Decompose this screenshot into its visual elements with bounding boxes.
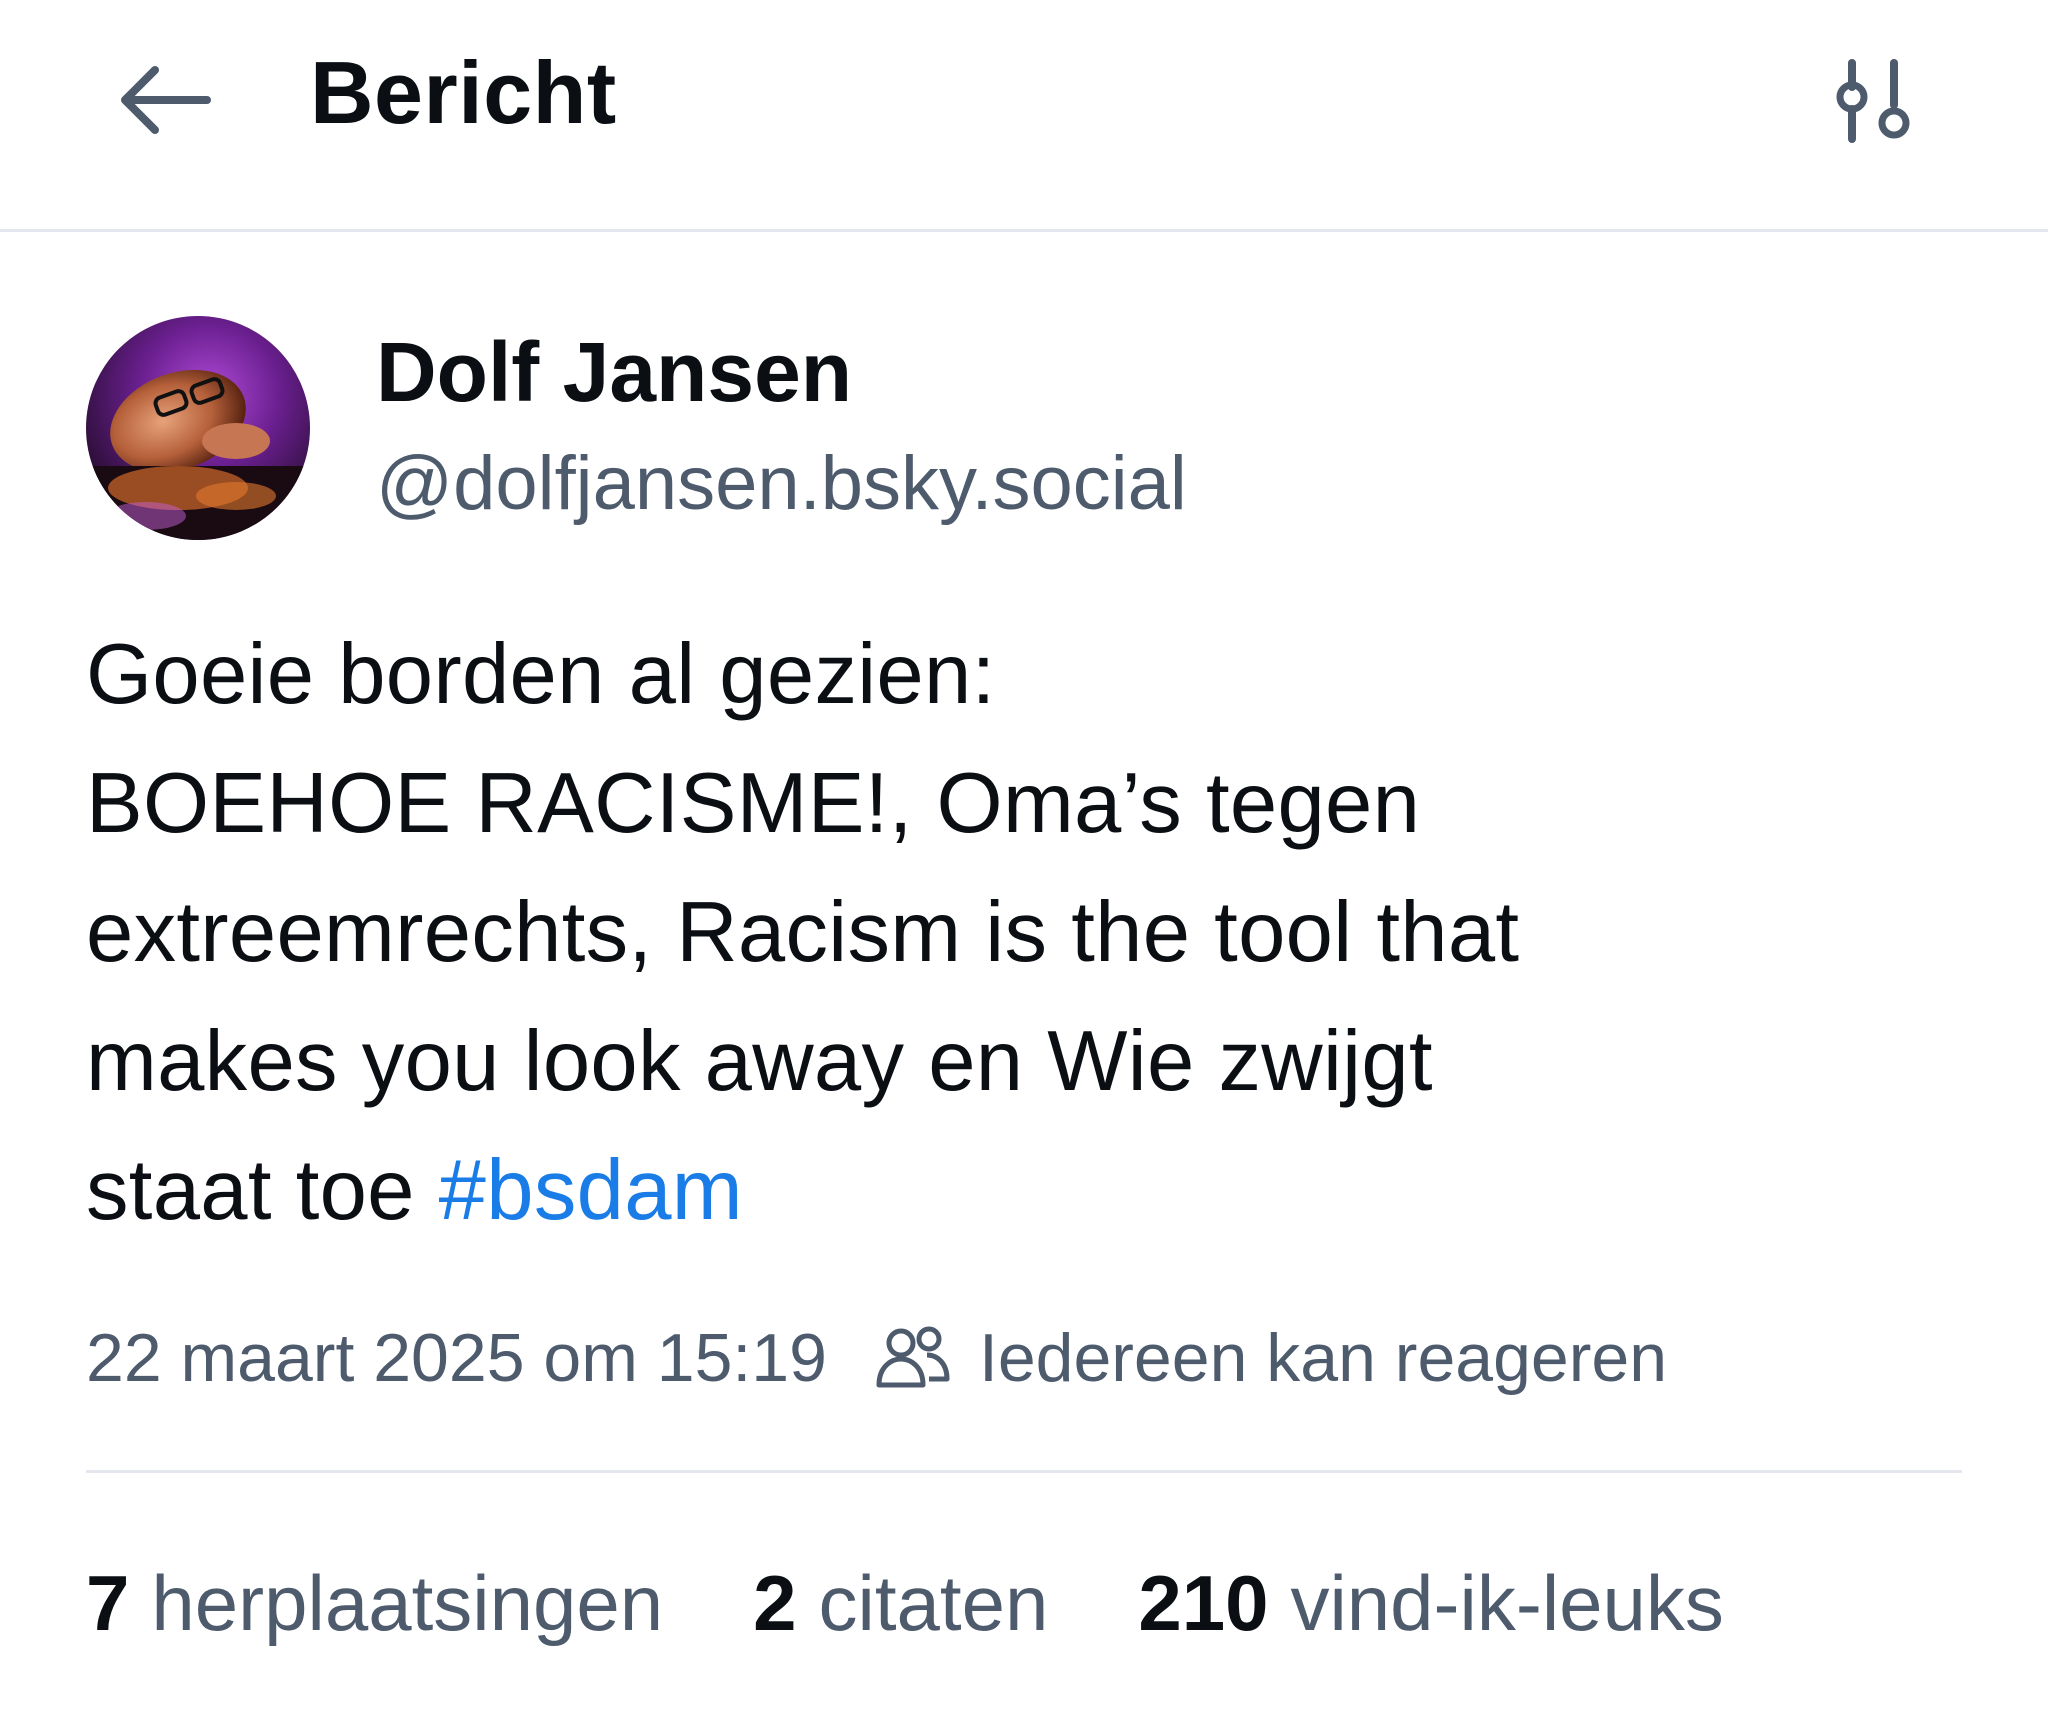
post-text-line: extreemrechts, Racism is the tool that xyxy=(86,885,1520,980)
post-text: Goeie borden al gezien: BOEHOE RACISME!,… xyxy=(86,610,1966,1255)
quotes-count: 2 xyxy=(753,1559,797,1647)
likes-label: vind-ik-leuks xyxy=(1290,1559,1724,1647)
post-text-segment: staat toe xyxy=(86,1143,439,1238)
arrow-left-icon xyxy=(121,66,211,134)
post-author: Dolf Jansen @dolfjansen.bsky.social xyxy=(86,316,1187,540)
page-title: Bericht xyxy=(310,43,617,142)
post-text-line: BOEHOE RACISME!, Oma’s tegen xyxy=(86,756,1421,851)
likes-count: 210 xyxy=(1138,1559,1269,1647)
hashtag-link[interactable]: #bsdam xyxy=(439,1143,743,1238)
sliders-icon xyxy=(1836,59,1910,143)
post-text-line: Goeie borden al gezien: xyxy=(86,627,996,722)
author-handle[interactable]: @dolfjansen.bsky.social xyxy=(376,434,1187,534)
post-meta: 22 maart 2025 om 15:19 Iedereen kan reag… xyxy=(86,1308,1667,1408)
thread-settings-button[interactable] xyxy=(1810,40,1940,160)
reposts-label: herplaatsingen xyxy=(151,1559,664,1647)
back-button[interactable] xyxy=(100,40,230,160)
post-stats: 7 herplaatsingen 2 citaten 210 vind-ik-l… xyxy=(86,1548,1724,1658)
reposts-stat[interactable]: 7 herplaatsingen xyxy=(86,1548,663,1658)
avatar[interactable] xyxy=(86,316,310,540)
post-text-line: makes you look away en Wie zwijgt xyxy=(86,1014,1433,1109)
reposts-count: 7 xyxy=(86,1559,130,1647)
likes-stat[interactable]: 210 vind-ik-leuks xyxy=(1138,1548,1724,1658)
divider xyxy=(86,1470,1962,1473)
post-text-line: staat toe #bsdam xyxy=(86,1126,1966,1255)
quotes-stat[interactable]: 2 citaten xyxy=(753,1548,1048,1658)
people-icon xyxy=(873,1323,951,1393)
top-bar: Bericht xyxy=(0,0,2048,232)
reply-setting[interactable]: Iedereen kan reageren xyxy=(979,1308,1667,1408)
quotes-label: citaten xyxy=(818,1559,1049,1647)
author-display-name[interactable]: Dolf Jansen xyxy=(376,316,852,428)
post-timestamp: 22 maart 2025 om 15:19 xyxy=(86,1320,827,1396)
